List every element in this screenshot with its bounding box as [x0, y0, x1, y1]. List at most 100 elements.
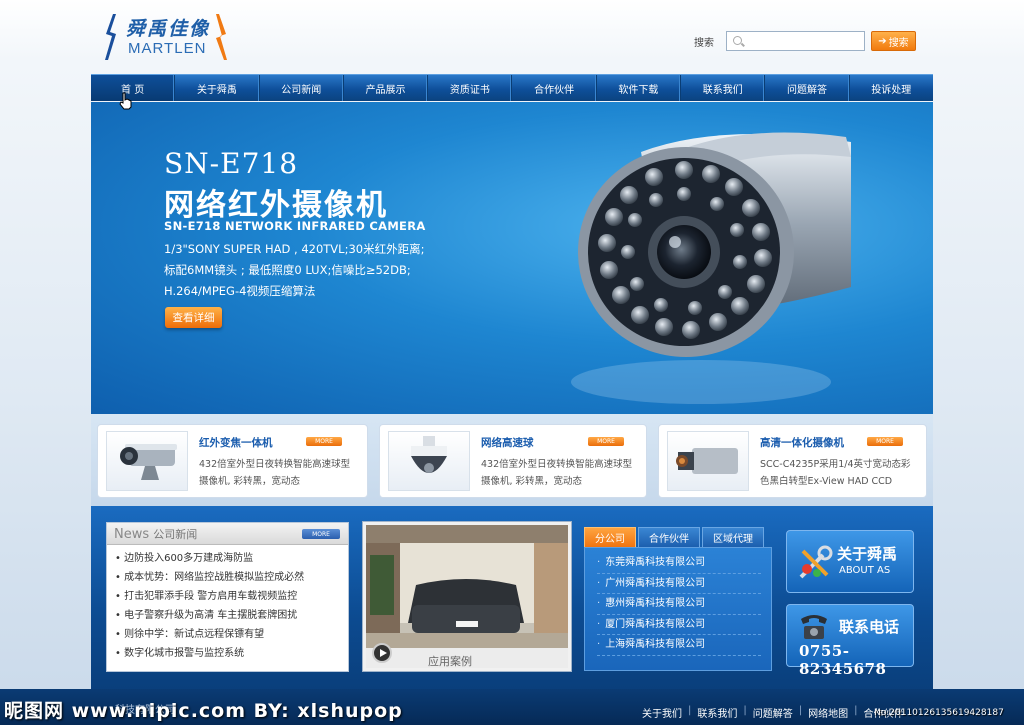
brand-name-cn: 舜禹佳像 — [126, 18, 211, 40]
hero-banner: SN-E718 网络红外摄像机 SN-E718 NETWORK INFRARED… — [91, 102, 933, 414]
tab-regional-agents[interactable]: 区域代理 — [702, 527, 764, 547]
footer-link-sitemap[interactable]: 网络地图 — [808, 705, 848, 720]
banner-title-en: SN-E718 NETWORK INFRARED CAMERA — [164, 219, 426, 233]
footer-separator: | — [854, 705, 858, 716]
news-item[interactable]: • 边防投入600多万建成海防监 — [115, 549, 348, 568]
product-card[interactable]: 红外变焦一体机 MORE 432倍室外型日夜转换智能高速球型摄像机, 彩转黑，宽… — [97, 424, 368, 498]
news-item[interactable]: • 数字化城市报警与监控系统 — [115, 644, 348, 663]
partner-item[interactable]: 惠州舜禹科技有限公司 — [597, 594, 761, 615]
nav-item-products[interactable]: 产品展示 — [344, 75, 429, 101]
lower-section: News 公司新闻 MORE • 边防投入600多万建成海防监 • 成本忧势：网… — [91, 506, 933, 689]
news-more-button[interactable]: MORE — [302, 529, 340, 539]
banner-desc-line: 标配6MM镜头 ; 最低照度0 LUX;信噪比≥52DB; — [164, 263, 411, 277]
tab-branches[interactable]: 分公司 — [584, 527, 636, 547]
banner-title: 网络红外摄像机 — [164, 188, 388, 223]
main-nav: 首 页 关于舜禹 公司新闻 产品展示 资质证书 合作伙伴 软件下载 联系我们 问… — [91, 74, 933, 101]
nav-item-downloads[interactable]: 软件下载 — [597, 75, 682, 101]
contact-title: 联系电话 — [839, 618, 900, 636]
news-item[interactable]: • 则徐中学：新试点远程保镖有望 — [115, 625, 348, 644]
search-box[interactable] — [726, 31, 865, 51]
about-us-subtitle: ABOUT AS — [839, 565, 891, 576]
product-card[interactable]: 网络高速球 MORE 432倍室外型日夜转换智能高速球型摄像机, 彩转黑，宽动态 — [379, 424, 647, 498]
footer-separator: | — [743, 705, 747, 716]
news-item-text: 边防投入600多万建成海防监 — [124, 553, 254, 564]
search-label: 搜索 — [694, 37, 714, 49]
infrared-camera-image — [571, 132, 851, 404]
search-bar: 搜索 ➔ 搜索 — [694, 31, 916, 51]
news-title-en: News — [114, 527, 150, 542]
search-icon — [733, 36, 742, 45]
product-description: SCC-C4235P采用1/4英寸宽动态彩色黑白转型Ex-View HAD CC… — [760, 459, 911, 487]
arrow-right-icon: ➔ — [878, 35, 887, 47]
news-item-text: 打击犯罪添手段 警方启用车载视频监控 — [124, 591, 298, 602]
search-button[interactable]: ➔ 搜索 — [871, 31, 916, 51]
more-button[interactable]: MORE — [306, 437, 342, 446]
partners-list: 东莞舜禹科技有限公司 广州舜禹科技有限公司 惠州舜禹科技有限公司 厦门舜禹科技有… — [584, 547, 772, 671]
news-list: • 边防投入600多万建成海防监 • 成本忧势：网络监控战胜模拟监控成必然 • … — [115, 549, 348, 663]
more-button[interactable]: MORE — [588, 437, 624, 446]
banner-desc-line: 1/3"SONY SUPER HAD , 420TVL;30米红外距离; — [164, 242, 425, 256]
news-item[interactable]: • 电子警察升级为高清 车主摆脱套牌困扰 — [115, 606, 348, 625]
nav-item-certificates[interactable]: 资质证书 — [428, 75, 513, 101]
news-title: News 公司新闻 — [114, 526, 197, 542]
partner-item[interactable]: 东莞舜禹科技有限公司 — [597, 553, 761, 574]
news-item-text: 数字化城市报警与监控系统 — [124, 648, 245, 659]
product-thumbnail — [667, 431, 749, 491]
product-thumbnail — [106, 431, 188, 491]
logo-left-mark-icon — [105, 14, 116, 60]
hand-cursor-icon — [119, 92, 132, 110]
footer-link-about[interactable]: 关于我们 — [642, 705, 682, 720]
news-item-text: 电子警察升级为高清 车主摆脱套牌困扰 — [124, 610, 298, 621]
footer-link-contact[interactable]: 联系我们 — [697, 705, 737, 720]
search-button-label: 搜索 — [888, 37, 909, 49]
nav-item-news[interactable]: 公司新闻 — [260, 75, 344, 101]
about-us-title: 关于舜禹 — [837, 545, 898, 563]
nav-item-faq[interactable]: 问题解答 — [765, 75, 850, 101]
nav-item-partners[interactable]: 合作伙伴 — [512, 75, 597, 101]
banner-model: SN-E718 — [164, 147, 299, 180]
tab-partners[interactable]: 合作伙伴 — [638, 527, 700, 547]
nav-item-complaints[interactable]: 投诉处理 — [850, 75, 933, 101]
play-icon[interactable] — [372, 643, 392, 663]
about-us-button[interactable]: 关于舜禹 ABOUT AS — [786, 530, 914, 593]
case-caption: 应用案例 — [428, 655, 472, 668]
contact-phone-button[interactable]: 联系电话 0755-82345678 — [786, 604, 914, 678]
contact-phone-number: 0755-82345678 — [799, 642, 887, 678]
news-item-text: 则徐中学：新试点远程保镖有望 — [124, 629, 265, 640]
partner-item[interactable]: 厦门舜禹科技有限公司 — [597, 615, 761, 635]
watermark: 昵图网 www.nipic.com BY: xlshupop — [4, 700, 403, 722]
banner-description: 1/3"SONY SUPER HAD , 420TVL;30米红外距离; 标配6… — [164, 239, 464, 302]
nav-item-contact[interactable]: 联系我们 — [681, 75, 766, 101]
dome-camera-icon — [411, 436, 447, 473]
nav-item-home[interactable]: 首 页 — [91, 75, 176, 101]
partner-item[interactable]: 上海舜禹科技有限公司 — [597, 635, 761, 656]
product-description: 432倍室外型日夜转换智能高速球型摄像机, 彩转黑，宽动态 — [481, 459, 633, 487]
product-title: 红外变焦一体机 — [199, 437, 273, 449]
application-case[interactable]: 应用案例 — [363, 522, 571, 671]
footer-separator: | — [798, 705, 803, 716]
banner-desc-line: H.264/MPEG-4视频压缩算法 — [164, 284, 316, 298]
product-title: 网络高速球 — [481, 437, 534, 449]
view-details-button[interactable]: 查看详细 — [165, 307, 222, 328]
featured-products: 红外变焦一体机 MORE 432倍室外型日夜转换智能高速球型摄像机, 彩转黑，宽… — [91, 414, 933, 506]
news-item[interactable]: • 成本忧势：网络监控战胜模拟监控成必然 — [115, 568, 348, 587]
partners-tabs: 分公司 合作伙伴 区域代理 — [584, 527, 772, 547]
more-button[interactable]: MORE — [867, 437, 903, 446]
brand-name-en: MARTLEN — [128, 40, 207, 57]
footer-separator: | — [688, 705, 692, 716]
search-input[interactable] — [727, 32, 864, 50]
footer-links: 关于我们 | 联系我们 | 问题解答 | 网络地图 | 合作伙伴 — [642, 705, 904, 720]
news-item-text: 成本忧势：网络监控战胜模拟监控成必然 — [124, 572, 305, 583]
logo-right-mark-icon — [216, 14, 227, 60]
news-item[interactable]: • 打击犯罪添手段 警方启用车载视频监控 — [115, 587, 348, 606]
news-title-cn: 公司新闻 — [153, 528, 198, 541]
case-photo — [366, 525, 568, 668]
product-title: 高清一体化摄像机 — [760, 437, 844, 449]
brand-logo[interactable]: 舜禹佳像 MARTLEN — [104, 12, 234, 62]
footer-link-faq[interactable]: 问题解答 — [753, 705, 793, 720]
box-camera-icon — [676, 448, 738, 474]
product-thumbnail — [388, 431, 470, 491]
product-card[interactable]: 高清一体化摄像机 MORE SCC-C4235P采用1/4英寸宽动态彩色黑白转型… — [658, 424, 927, 498]
partner-item[interactable]: 广州舜禹科技有限公司 — [597, 574, 761, 594]
nav-item-about[interactable]: 关于舜禹 — [175, 75, 260, 101]
